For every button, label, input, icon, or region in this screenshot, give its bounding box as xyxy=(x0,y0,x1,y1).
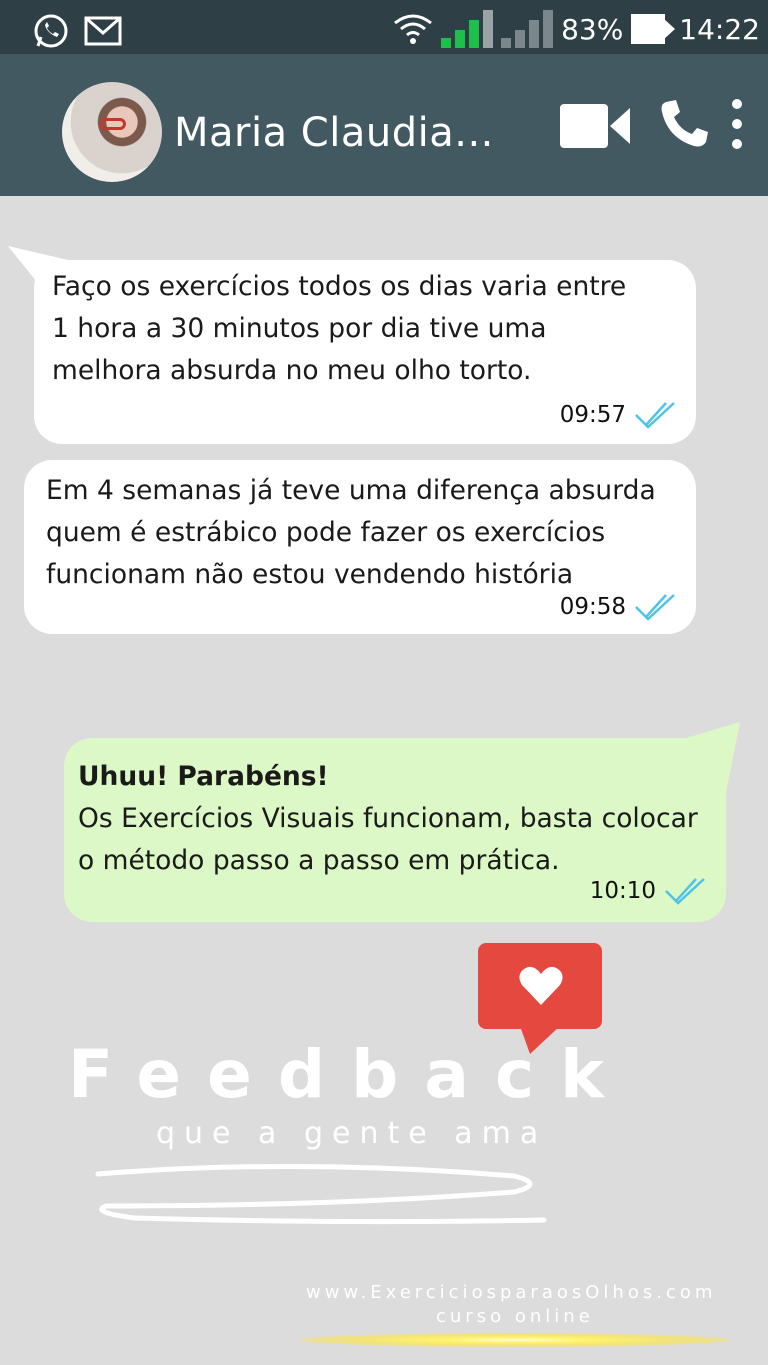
footer-subtitle: curso online xyxy=(436,1306,594,1327)
message-meta: 09:57 xyxy=(560,394,676,436)
phone-icon[interactable] xyxy=(658,98,708,150)
heart-icon xyxy=(519,966,563,1005)
message-bubble-incoming[interactable]: Em 4 semanas já teve uma diferença absur… xyxy=(24,460,696,634)
feedback-title: Feedback xyxy=(68,1036,630,1113)
clock: 14:22 xyxy=(679,12,760,46)
message-meta: 10:10 xyxy=(590,870,706,912)
battery-icon xyxy=(631,14,676,44)
whatsapp-icon xyxy=(34,14,68,48)
avatar[interactable] xyxy=(62,82,162,182)
message-time: 09:58 xyxy=(559,594,626,620)
message-meta: 09:58 xyxy=(560,586,676,628)
mail-icon xyxy=(84,16,122,46)
message-text: Em 4 semanas já teve uma diferença absur… xyxy=(46,475,656,590)
read-ticks-icon xyxy=(665,878,705,905)
heart-badge xyxy=(478,943,602,1029)
video-call-icon[interactable] xyxy=(560,104,630,148)
message-text: Faço os exercícios todos os dias varia e… xyxy=(52,271,627,386)
more-options-icon[interactable] xyxy=(726,98,748,152)
read-ticks-icon xyxy=(635,594,675,621)
glow-line xyxy=(300,1333,730,1347)
message-time: 09:57 xyxy=(559,402,626,428)
message-heading: Uhuu! Parabéns! xyxy=(78,761,329,792)
signal-icon xyxy=(441,10,494,48)
message-bubble-incoming[interactable]: Faço os exercícios todos os dias varia e… xyxy=(34,260,696,444)
message-bubble-outgoing[interactable]: Uhuu! Parabéns! Os Exercícios Visuais fu… xyxy=(64,738,726,922)
read-ticks-icon xyxy=(635,402,675,429)
battery-percent: 83% xyxy=(561,12,624,46)
footer-url[interactable]: www.ExerciciosparaosOlhos.com xyxy=(306,1282,716,1303)
message-time: 10:10 xyxy=(589,878,656,904)
status-bar: 83% 14:22 xyxy=(0,0,768,54)
scribble-underline xyxy=(95,1163,547,1225)
contact-name[interactable]: Maria Claudia... xyxy=(174,110,494,156)
signal-secondary-icon xyxy=(501,10,554,48)
feedback-subtitle: que a gente ama xyxy=(156,1116,548,1151)
chat-header: Maria Claudia... xyxy=(0,54,768,196)
wifi-icon xyxy=(394,14,432,44)
